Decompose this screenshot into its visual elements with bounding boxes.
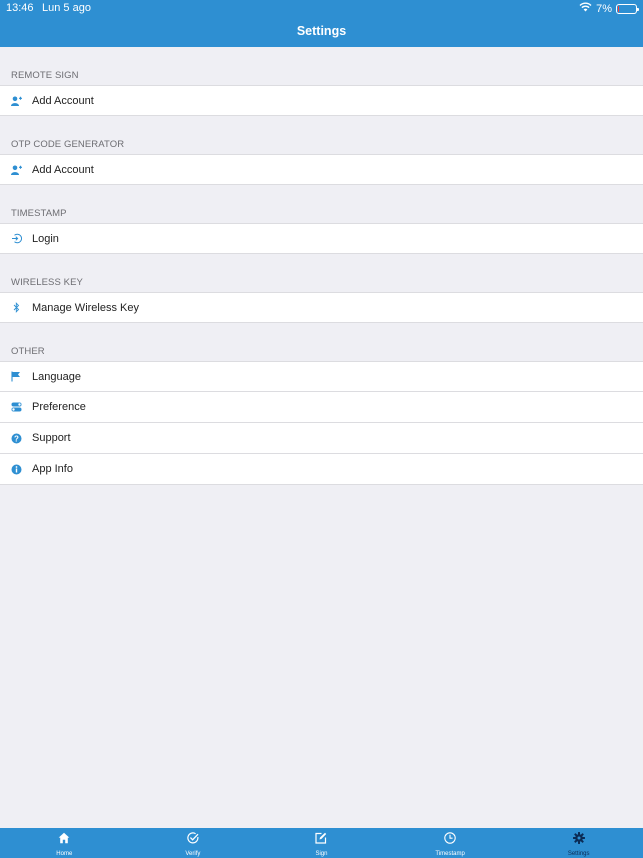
otp-add-account[interactable]: Add Account (0, 154, 643, 185)
row-label: Language (32, 370, 81, 383)
tab-timestamp[interactable]: Timestamp (386, 828, 515, 858)
tab-settings[interactable]: Settings (514, 828, 643, 858)
battery-level (618, 5, 619, 12)
check-circle-icon (187, 831, 199, 849)
page-title: Settings (296, 24, 347, 38)
tab-label: Timestamp (435, 851, 465, 857)
section-header-timestamp: TIMESTAMP (11, 208, 67, 219)
login-icon (0, 233, 32, 244)
bluetooth-icon (0, 302, 32, 313)
tab-label: Settings (567, 851, 590, 857)
row-label: Login (32, 232, 59, 245)
section-header-wireless-key: WIRELESS KEY (11, 277, 83, 288)
toggles-icon (0, 402, 32, 412)
tab-verify[interactable]: Verify (129, 828, 258, 858)
status-date: Lun 5 ago (42, 2, 91, 14)
tab-label: Home (56, 851, 73, 857)
navigation-bar: 13:46 Lun 5 ago 7% Settings (0, 0, 643, 47)
row-label: Add Account (32, 94, 94, 107)
row-label: Preference (32, 401, 86, 413)
section-header-otp: OTP CODE GENERATOR (11, 139, 125, 150)
question-icon: ? (0, 433, 32, 444)
battery-percent: 7% (596, 2, 612, 15)
language-row[interactable]: Language (0, 361, 643, 392)
row-label: Add Account (32, 163, 94, 176)
clock-icon (444, 831, 456, 849)
support-row[interactable]: ? Support (0, 423, 643, 454)
row-label: Support (32, 432, 71, 444)
add-user-icon (0, 165, 32, 175)
section-header-remote-sign: REMOTE SIGN (11, 70, 79, 81)
gear-icon (572, 831, 585, 849)
settings-list: REMOTE SIGN Add Account OTP CODE GENERAT… (0, 47, 643, 485)
add-user-icon (0, 96, 32, 106)
status-time: 13:46 (6, 2, 34, 14)
manage-wireless-key[interactable]: Manage Wireless Key (0, 292, 643, 323)
timestamp-login[interactable]: Login (0, 223, 643, 254)
svg-text:?: ? (14, 434, 19, 443)
status-indicators: 7% (579, 2, 639, 15)
tab-sign[interactable]: Sign (257, 828, 386, 858)
tab-bar: Home Verify Sign Timestamp Settings (0, 828, 643, 858)
remote-sign-add-account[interactable]: Add Account (0, 85, 643, 116)
info-icon (0, 464, 32, 475)
app-info-row[interactable]: App Info (0, 454, 643, 485)
home-icon (58, 831, 70, 849)
preference-row[interactable]: Preference (0, 392, 643, 423)
tab-label: Sign (315, 851, 328, 857)
row-label: Manage Wireless Key (32, 301, 139, 314)
section-header-other: OTHER (11, 346, 45, 357)
row-label: App Info (32, 463, 73, 475)
edit-icon (315, 831, 327, 849)
battery-icon (616, 3, 639, 14)
wifi-icon (579, 2, 592, 15)
tab-home[interactable]: Home (0, 828, 129, 858)
flag-icon (0, 371, 32, 382)
tab-label: Verify (185, 851, 201, 857)
